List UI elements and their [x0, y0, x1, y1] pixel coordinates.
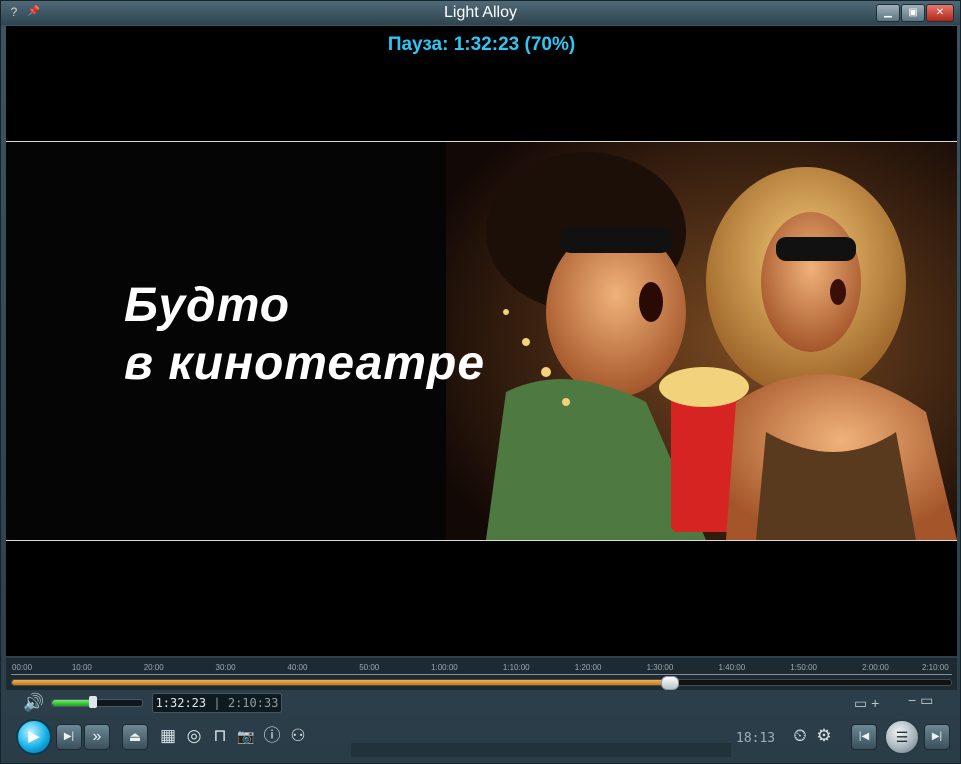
- frame-step-button[interactable]: ▶|: [56, 724, 82, 750]
- volume-thumb[interactable]: [88, 696, 97, 708]
- tick-label: 30:00: [215, 663, 236, 672]
- tick-label: 1:40:00: [718, 663, 746, 672]
- status-strip: [351, 743, 731, 757]
- poster-line-1: Будто: [124, 279, 291, 332]
- clock: 18:13: [736, 731, 776, 746]
- tick-line: [11, 674, 952, 675]
- tick-label: 1:30:00: [646, 663, 674, 672]
- screen-size-decrease[interactable]: − ▭: [908, 692, 933, 709]
- previous-button[interactable]: |◀: [851, 724, 877, 750]
- seek-bar[interactable]: 00:00 10:00 20:00 30:00 40:00 50:00 1:00:00 1:1…: [6, 658, 957, 690]
- volume-level: [52, 700, 93, 706]
- poster-caption: Будто в кинотеатре: [124, 277, 485, 393]
- window-title: Light Alloy: [444, 4, 517, 21]
- eject-button[interactable]: ⏏: [122, 724, 148, 750]
- tick-label: 00:00: [12, 663, 33, 672]
- tick-label: 1:10:00: [502, 663, 530, 672]
- time-display[interactable]: 1:32:23 | 2:10:33: [152, 693, 282, 713]
- tick-label: 1:00:00: [431, 663, 458, 672]
- camera-icon[interactable]: 📷: [234, 724, 258, 748]
- tick-label: 2:00:00: [862, 663, 889, 672]
- playlist-button[interactable]: ☰: [884, 719, 920, 755]
- control-panel: 🔊 1:32:23 | 2:10:33 ▶ ▶| » ⏏ ▦ ◎ ⊓ 📷 ⓘ ⚇…: [6, 691, 957, 761]
- seek-thumb[interactable]: [661, 676, 680, 690]
- tick-label: 50:00: [359, 663, 380, 672]
- close-button[interactable]: ✕: [926, 4, 954, 22]
- total-time: 2:10:33: [227, 696, 279, 710]
- screen-size-increase[interactable]: ▭ +: [854, 695, 879, 712]
- tick-label: 40:00: [287, 663, 308, 672]
- video-frame: Будто в кинотеатре: [6, 141, 957, 541]
- poster-line-2: в кинотеатре: [124, 337, 486, 390]
- maximize-button[interactable]: ▣: [901, 4, 925, 22]
- current-time: 1:32:23: [155, 696, 207, 710]
- film-icon[interactable]: ▦: [156, 724, 180, 748]
- time-separator: |: [213, 696, 221, 710]
- tick-label: 10:00: [71, 663, 92, 672]
- window-buttons: ▁ ▣ ✕: [876, 4, 954, 22]
- tick-label: 2:10:00: [922, 663, 949, 672]
- subtitle-icon[interactable]: ⊓: [208, 724, 232, 748]
- settings-icon[interactable]: ⚙: [812, 724, 836, 748]
- title-bar[interactable]: ? 📌 Light Alloy ▁ ▣ ✕: [1, 1, 960, 25]
- tick-label: 1:20:00: [574, 663, 602, 672]
- next-button[interactable]: ▶|: [924, 724, 950, 750]
- player-window: ? 📌 Light Alloy ▁ ▣ ✕ Пауза: 1:32:23 (70…: [0, 0, 961, 764]
- osd-status: Пауза: 1:32:23 (70%): [387, 34, 576, 55]
- fast-forward-button[interactable]: »: [84, 724, 110, 750]
- video-area[interactable]: Пауза: 1:32:23 (70%) Будто в кинотеатре: [6, 26, 957, 656]
- network-icon[interactable]: ⚇: [286, 724, 310, 748]
- disc-icon[interactable]: ◎: [182, 724, 206, 748]
- tick-label: 20:00: [143, 663, 164, 672]
- seek-progress: [12, 680, 670, 685]
- tick-label: 1:50:00: [790, 663, 817, 672]
- seek-track[interactable]: [11, 676, 952, 690]
- volume-slider[interactable]: [51, 696, 143, 708]
- minimize-button[interactable]: ▁: [876, 4, 900, 22]
- play-button[interactable]: ▶: [16, 719, 52, 755]
- info-icon[interactable]: ⓘ: [260, 724, 284, 748]
- speaker-icon[interactable]: 🔊: [23, 693, 45, 712]
- timer-icon[interactable]: ⏲: [788, 724, 812, 748]
- poster-image: [446, 142, 957, 540]
